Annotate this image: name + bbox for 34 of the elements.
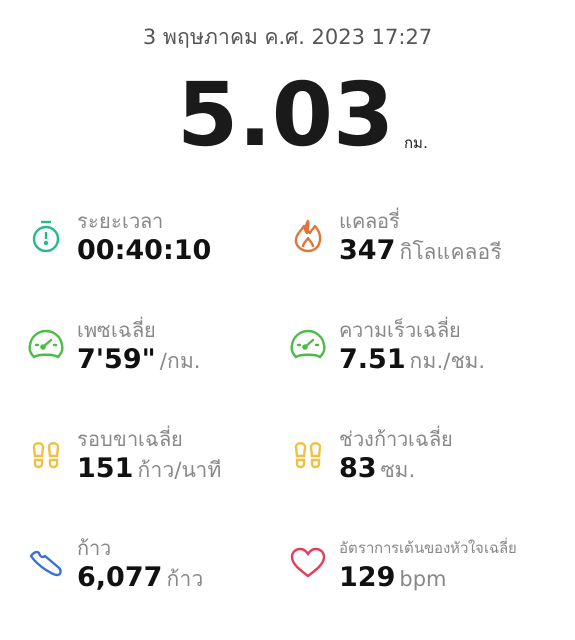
stat-value: 7'59" [77,344,156,375]
stat-value: 151 [77,453,134,484]
speedometer-icon [290,329,326,361]
stat-label: อัตราการเต้นของหัวใจเฉลี่ย [339,536,517,559]
stat-unit: ซม. [380,457,416,484]
stat-label: ระยะเวลา [77,208,164,235]
stat-value: 7.51 [339,344,406,375]
stat-value: 129 [339,562,396,593]
stat-label: ก้าว [77,535,112,562]
flame-icon [293,219,323,253]
stat-label: ความเร็วเฉลี่ย [339,316,462,344]
stat-value: 347 [339,235,396,266]
stat-unit: /กม. [160,348,200,375]
sneaker-icon [28,548,64,578]
footprints-icon [31,439,61,469]
stat-value: 83 [339,453,377,484]
stat-unit: กม./ชม. [410,348,486,375]
footprints-icon [293,439,323,469]
stat-unit: ก้าว [166,566,204,593]
heart-icon [290,547,326,579]
stat-value: 00:40:10 [77,235,212,266]
stat-value: 6,077 [77,562,162,593]
stat-label: ช่วงก้าวเฉลี่ย [339,425,453,453]
distance-value: 5.03 [177,71,394,159]
stat-unit: bpm [399,567,446,591]
stat-unit: ก้าว/นาที [137,457,222,484]
stat-unit: กิโลแคลอรี [399,239,502,266]
distance-unit: กม. [404,133,428,154]
stat-label: เพซเฉลี่ย [77,316,157,344]
stat-label: แคลอรี่ [339,207,401,235]
date-time: 3 พฤษภาคม ค.ศ. 2023 17:27 [142,24,432,51]
stopwatch-icon [30,219,62,253]
speedometer-icon [28,329,64,361]
stat-label: รอบขาเฉลี่ย [77,425,184,453]
